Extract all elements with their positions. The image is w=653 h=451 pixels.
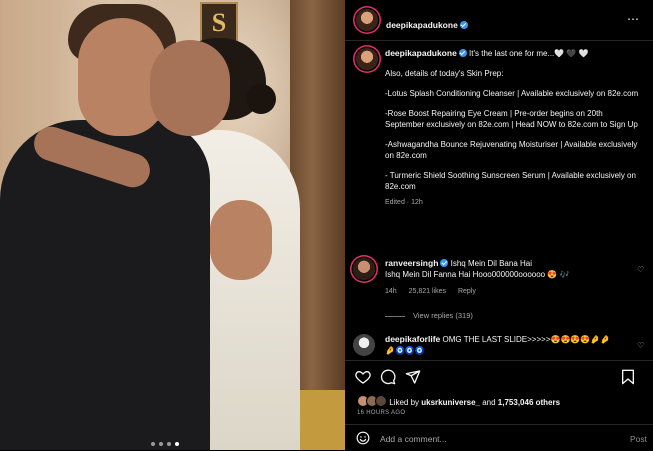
comment-time: 14h [385, 288, 397, 295]
share-paper-plane-icon[interactable] [405, 369, 421, 385]
view-replies-button[interactable]: View replies (319) [385, 311, 473, 320]
comment-item: ranveersingh Ishq Mein Dil Bana Hai Ishq… [353, 258, 649, 297]
carousel-dot[interactable] [159, 442, 163, 446]
caption-avatar[interactable] [356, 48, 378, 70]
comment-bubble-icon[interactable] [380, 369, 396, 385]
comment-text-line2: 🤌🧿🧿🧿 [385, 346, 425, 355]
liker-avatar[interactable] [375, 395, 387, 407]
post-comment-button[interactable]: Post [630, 434, 647, 444]
author-avatar[interactable] [356, 9, 378, 31]
comment-like-heart-icon[interactable]: ♡ [637, 264, 645, 274]
caption-line: -Ashwagandha Bounce Rejuvenating Moistur… [385, 140, 640, 160]
post-timestamp: 16 HOURS AGO [357, 410, 406, 416]
comment-username[interactable]: deepikaforlife [385, 334, 440, 344]
reply-button[interactable]: Reply [458, 288, 476, 295]
emoji-smiley-icon[interactable] [356, 431, 370, 445]
post-side-panel: deepikapadukone ⋯ deepikapadukone It's t… [345, 0, 653, 450]
comment-username[interactable]: ranveersingh [385, 258, 438, 268]
commenter-avatar[interactable] [353, 258, 375, 280]
caption-line: -Rose Boost Repairing Eye Cream | Pre-or… [385, 109, 638, 129]
liked-by-count[interactable]: 1,753,046 others [498, 398, 560, 407]
post-header: deepikapadukone ⋯ [345, 0, 653, 41]
carousel-dot[interactable] [151, 442, 155, 446]
caption-line: -Lotus Splash Conditioning Cleanser | Av… [385, 89, 639, 98]
comment-likes[interactable]: 25,821 likes [409, 288, 446, 295]
commenter-avatar[interactable] [353, 334, 375, 356]
carousel-dot-active[interactable] [175, 442, 179, 446]
post-photo[interactable]: S [0, 0, 345, 450]
comment-item: deepikaforlife OMG THE LAST SLIDE>>>>>😍😍… [353, 334, 649, 356]
caption-line: - Turmeric Shield Soothing Sunscreen Ser… [385, 171, 639, 191]
photo-hand [210, 200, 272, 280]
carousel-dots[interactable] [151, 442, 179, 446]
comment-text: OMG THE LAST SLIDE>>>>>😍😍😍😍🤌🤌 [442, 335, 611, 344]
liked-by-user[interactable]: uksrkuniverse_ [421, 398, 480, 407]
liked-by-prefix: Liked by [389, 398, 420, 407]
caption: deepikapadukone It's the last one for me… [385, 48, 643, 208]
add-comment-bar: Add a comment... Post [345, 424, 653, 451]
save-bookmark-icon[interactable] [621, 369, 635, 385]
like-heart-icon[interactable] [355, 369, 371, 385]
caption-line: Also, details of today's Skin Prep: [385, 69, 504, 78]
liked-by: Liked by uksrkuniverse_ and 1,753,046 ot… [357, 395, 560, 407]
more-options-icon[interactable]: ⋯ [627, 12, 639, 26]
photo-woman-bun [246, 84, 276, 114]
author-username[interactable]: deepikapadukone [386, 20, 458, 30]
verified-icon [458, 49, 467, 57]
caption-meta: Edited · 12h [385, 199, 423, 206]
photo-woman-head [150, 40, 230, 136]
carousel-dot[interactable] [167, 442, 171, 446]
caption-line: It's the last one for me...🤍 🖤 🤍 [469, 49, 589, 58]
add-comment-input[interactable]: Add a comment... [380, 434, 447, 444]
liked-by-middle: and [482, 398, 496, 407]
verified-icon [440, 259, 449, 267]
caption-username[interactable]: deepikapadukone [385, 48, 457, 58]
verified-icon [459, 21, 468, 29]
comment-like-heart-icon[interactable]: ♡ [637, 340, 645, 350]
